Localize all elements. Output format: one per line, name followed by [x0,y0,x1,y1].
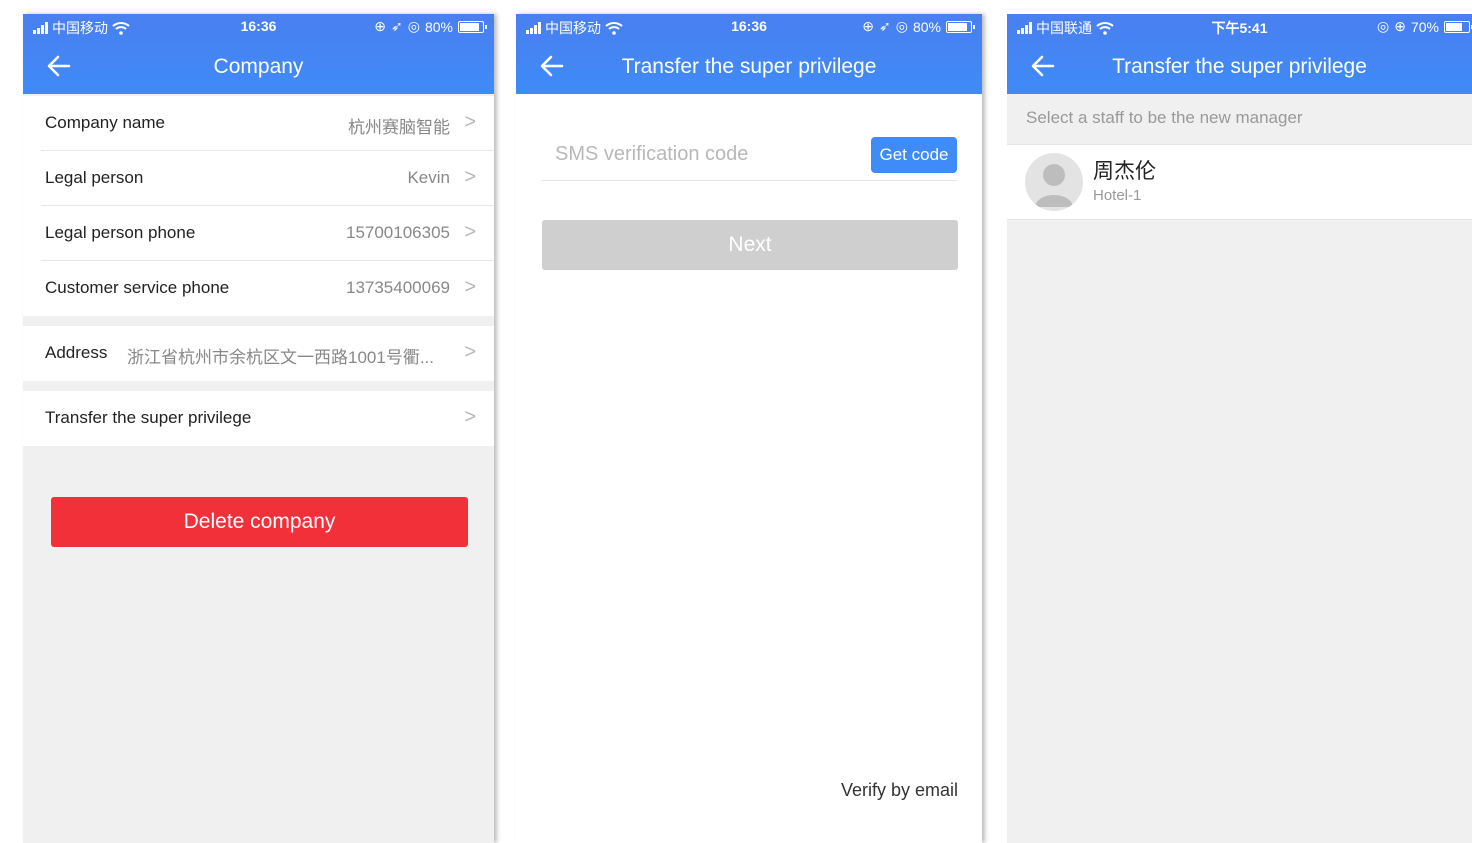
battery-icon [1444,20,1472,33]
page-title: Transfer the super privilege [1112,55,1367,78]
sms-code-input[interactable] [553,142,857,167]
status-bar: 中国联通 下午5:41 ◎ ⊕ 70% [1007,14,1472,40]
legal-person-phone-row[interactable]: Legal person phone 15700106305 > [23,206,494,261]
row-value: 杭州赛脑智能 [348,118,450,137]
battery-percent: 70% [1410,18,1439,35]
battery-percent: 80% [912,18,941,35]
row-label: Legal person [45,168,144,187]
clock-icon: ◎ [895,18,908,34]
alarm-icon: ⊕ [862,18,875,34]
chevron-right-icon: > [464,111,476,133]
verify-by-email-link[interactable]: Verify by email [841,780,958,801]
clock-icon: ◎ [407,18,420,34]
delete-company-button[interactable]: Delete company [51,497,468,547]
status-bar: 中国移动 16:36 ⊕ ➶ ◎ 80% [516,14,982,40]
customer-service-phone-row[interactable]: Customer service phone 13735400069 > [23,261,494,316]
row-label: Legal person phone [45,223,196,242]
status-bar: 中国移动 16:36 ⊕ ➶ ◎ 80% [23,14,494,40]
next-button[interactable]: Next [542,220,958,270]
address-row[interactable]: Address 浙江省杭州市余杭区文一西路1001号衢... > [23,326,494,381]
row-label: Customer service phone [45,278,230,297]
select-staff-hint: Select a staff to be the new manager [1026,108,1303,127]
chevron-right-icon: > [464,406,476,428]
staff-list-item[interactable]: 周杰伦 Hotel-1 [1007,144,1472,220]
clock-icon: ◎ [1377,18,1390,34]
legal-person-row[interactable]: Legal person Kevin > [23,151,494,206]
row-label: Company name [45,113,166,132]
staff-department: Hotel-1 [1093,187,1142,204]
location-icon: ➶ [879,18,891,34]
address-section: Address 浙江省杭州市余杭区文一西路1001号衢... > [23,326,494,381]
row-value: 13735400069 [345,278,450,297]
page-title: Company [213,55,304,78]
company-screen: 中国移动 16:36 ⊕ ➶ ◎ 80% Company Company nam… [23,14,494,843]
get-code-button[interactable]: Get code [871,137,957,173]
battery-percent: 80% [424,18,453,35]
row-label: Transfer the super privilege [45,408,252,427]
row-value: Kevin [407,168,450,187]
select-staff-screen: 中国联通 下午5:41 ◎ ⊕ 70% Transfer the super p… [1007,14,1472,843]
avatar-placeholder-icon [1025,153,1083,211]
sms-code-row: Get code [541,136,957,181]
sms-verification-screen: 中国移动 16:36 ⊕ ➶ ◎ 80% Transfer the super … [516,14,982,843]
nav-header: 中国移动 16:36 ⊕ ➶ ◎ 80% Transfer the super … [516,14,982,94]
chevron-right-icon: > [464,341,476,363]
nav-header: 中国联通 下午5:41 ◎ ⊕ 70% Transfer the super p… [1007,14,1472,94]
chevron-right-icon: > [464,166,476,188]
row-value: 15700106305 [345,223,450,242]
staff-name: 周杰伦 [1093,160,1156,183]
page-title: Transfer the super privilege [621,55,877,78]
address-value: 浙江省杭州市余杭区文一西路1001号衢... [127,348,434,367]
transfer-privilege-row[interactable]: Transfer the super privilege > [23,391,494,446]
company-name-row[interactable]: Company name 杭州赛脑智能 > [23,96,494,151]
transfer-section: Transfer the super privilege > [23,391,494,446]
alarm-icon: ⊕ [1394,18,1406,34]
nav-header: 中国移动 16:36 ⊕ ➶ ◎ 80% Company [23,14,494,94]
company-info-list: Company name 杭州赛脑智能 > Legal person Kevin… [23,96,494,316]
chevron-right-icon: > [464,276,476,298]
battery-icon [458,20,487,33]
battery-icon [946,20,975,33]
chevron-right-icon: > [464,221,476,243]
location-icon: ➶ [391,18,403,34]
alarm-icon: ⊕ [374,18,387,34]
row-label: Address [45,343,108,362]
